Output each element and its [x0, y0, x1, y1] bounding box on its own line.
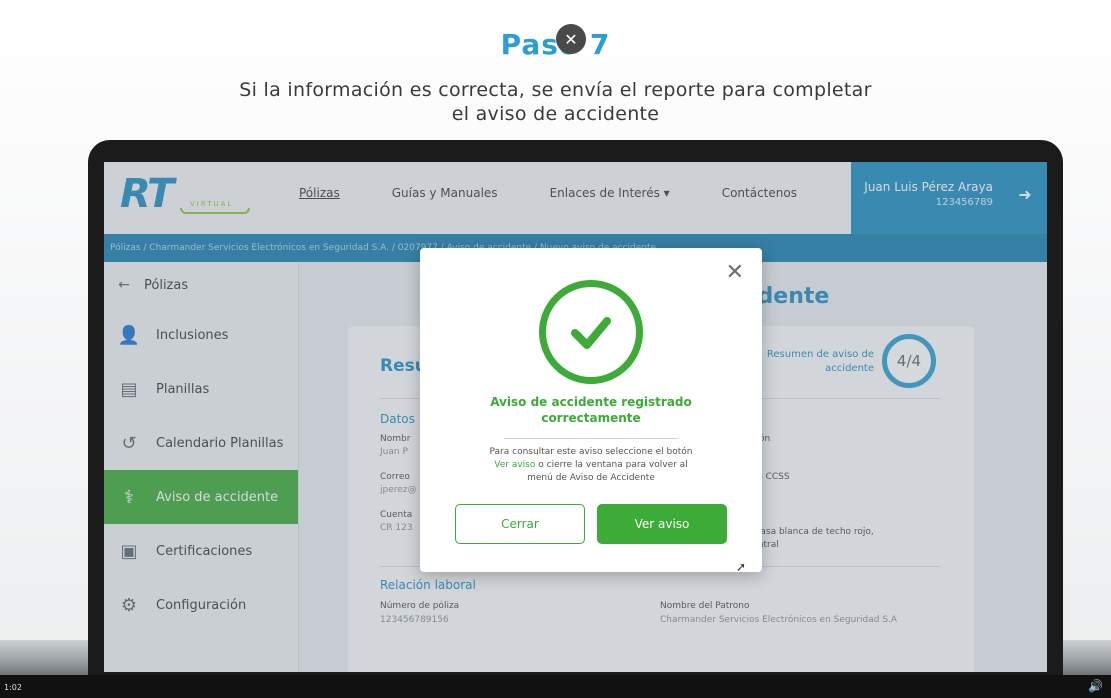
- modal-description: Para consultar este aviso seleccione el …: [460, 446, 722, 485]
- modal-desc-line3: menú de Aviso de Accidente: [527, 473, 655, 483]
- mouse-cursor-icon: ➚: [736, 560, 747, 574]
- slide-subtitle-line2: el aviso de accidente: [451, 103, 660, 125]
- slide-title: Paso 7: [500, 28, 611, 61]
- modal-desc-link: Ver aviso: [494, 460, 536, 470]
- video-time: 1:02: [4, 683, 22, 692]
- check-circle-icon: [539, 280, 643, 384]
- close-icon[interactable]: ✕: [726, 260, 744, 285]
- view-notice-button[interactable]: Ver aviso: [597, 504, 727, 544]
- video-controls: 1:02 🔊: [0, 675, 1111, 698]
- check-icon: [571, 317, 611, 349]
- slide-subtitle: Si la información es correcta, se envía …: [0, 78, 1111, 126]
- modal-desc-line1: Para consultar este aviso seleccione el …: [489, 447, 693, 457]
- volume-icon[interactable]: 🔊: [1088, 679, 1103, 693]
- success-modal: ✕ Aviso de accidente registrado correcta…: [420, 248, 762, 574]
- modal-title-line1: Aviso de accidente registrado: [490, 395, 692, 409]
- modal-title: Aviso de accidente registrado correctame…: [420, 394, 762, 426]
- close-icon: ✕: [564, 29, 578, 49]
- modal-desc-text: o cierre la ventana para volver al: [538, 460, 688, 470]
- close-overlay-button[interactable]: ✕: [556, 24, 586, 54]
- cancel-button[interactable]: Cerrar: [455, 504, 585, 544]
- laptop-frame: RT VIRTUAL Pólizas Guías y Manuales Enla…: [88, 140, 1063, 698]
- slide-subtitle-line1: Si la información es correcta, se envía …: [239, 79, 872, 101]
- laptop-screen: RT VIRTUAL Pólizas Guías y Manuales Enla…: [104, 162, 1047, 672]
- modal-desc-line2: Ver aviso o cierre la ventana para volve…: [460, 459, 722, 472]
- modal-divider: [504, 438, 678, 439]
- modal-title-line2: correctamente: [541, 411, 641, 425]
